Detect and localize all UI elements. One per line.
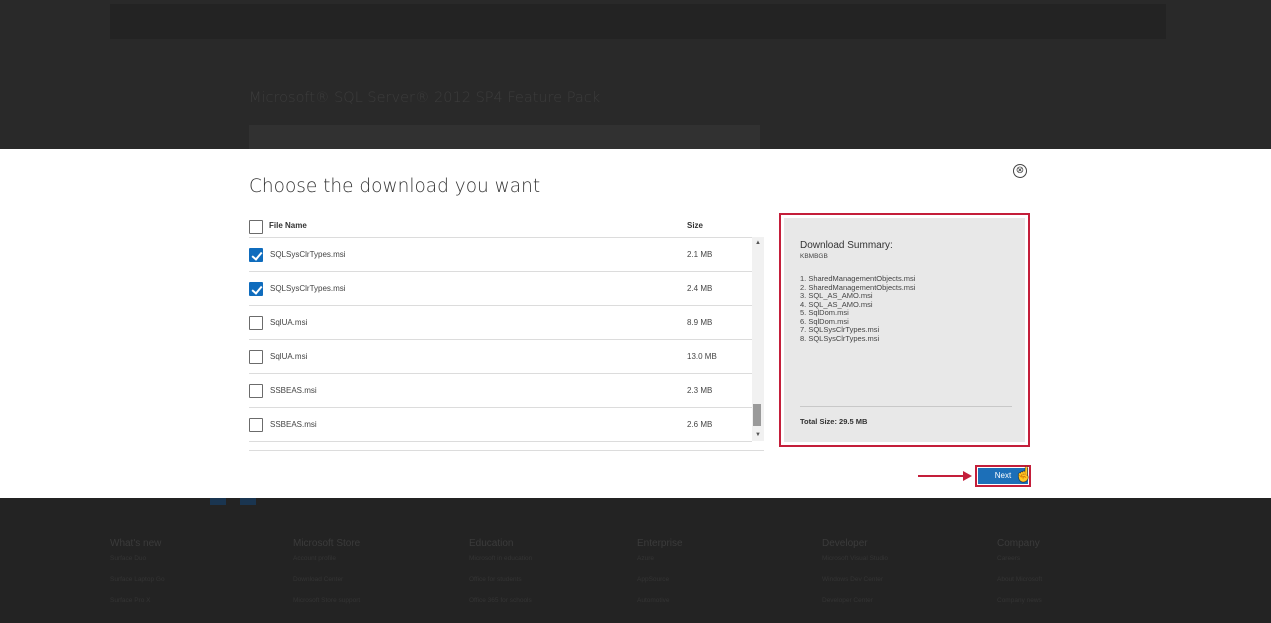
column-header-file-name: File Name (269, 221, 307, 230)
file-size: 2.6 MB (687, 420, 713, 429)
file-row[interactable]: SQLSysClrTypes.msi 2.1 MB (249, 238, 752, 272)
file-name: SqlUA.msi (270, 352, 308, 361)
footer-link[interactable]: Account profile (293, 554, 360, 575)
summary-total-size: Total Size: 29.5 MB (800, 417, 868, 426)
summary-divider (800, 406, 1012, 407)
summary-list: 1. SharedManagementObjects.msi 2. SharedM… (800, 274, 915, 343)
file-size: 2.3 MB (687, 386, 713, 395)
select-all-checkbox[interactable] (249, 220, 263, 234)
scroll-up-icon[interactable]: ▲ (752, 237, 764, 249)
footer-heading: Education (469, 538, 514, 549)
footer-link[interactable]: Azure (637, 554, 683, 575)
summary-item: 8. SQLSysClrTypes.msi (800, 333, 880, 343)
table-bottom-divider (249, 450, 764, 451)
file-list-scrollbar[interactable]: ▲ ▼ (752, 237, 764, 441)
file-row[interactable]: SSBEAS.msi 2.6 MB (249, 408, 752, 442)
annotation-arrow (918, 475, 966, 477)
column-header-size: Size (687, 221, 704, 230)
file-name: SQLSysClrTypes.msi (270, 284, 346, 293)
footer-link[interactable]: Microsoft Store support (293, 596, 360, 617)
file-checkbox[interactable] (249, 350, 263, 364)
footer-column: Education Microsoft in education Office fo… (469, 538, 532, 617)
hand-pointer-icon: ☝ (1015, 466, 1033, 482)
background-footer (0, 498, 1271, 623)
footer-column: Microsoft Store Account profile Download C… (293, 538, 360, 617)
footer-column: Enterprise Azure AppSource Automotive (637, 538, 683, 617)
file-list: SQLSysClrTypes.msi 2.1 MB SQLSysClrTypes.m… (249, 237, 752, 442)
background-bar (249, 125, 760, 149)
close-icon[interactable]: ⊗ (1013, 164, 1027, 178)
footer-link[interactable]: Automotive (637, 596, 683, 617)
download-summary-box: Download Summary: KBMBGB 1. SharedManage… (784, 218, 1025, 442)
file-size: 2.1 MB (687, 250, 713, 259)
file-size: 2.4 MB (687, 284, 713, 293)
file-checkbox[interactable] (249, 418, 263, 432)
footer-link[interactable]: Microsoft in education (469, 554, 532, 575)
file-name: SSBEAS.msi (270, 420, 317, 429)
footer-heading: What's new (110, 538, 162, 549)
file-name: SqlUA.msi (270, 318, 308, 327)
scroll-down-icon[interactable]: ▼ (752, 429, 764, 441)
footer-link[interactable]: About Microsoft (997, 575, 1042, 596)
file-row[interactable]: SqlUA.msi 8.9 MB (249, 306, 752, 340)
file-name: SQLSysClrTypes.msi (270, 250, 346, 259)
file-row[interactable]: SSBEAS.msi 2.3 MB (249, 374, 752, 408)
footer-link[interactable]: Developer Center (822, 596, 888, 617)
scroll-thumb[interactable] (753, 404, 761, 426)
summary-title: Download Summary: (800, 240, 893, 251)
footer-heading: Developer (822, 538, 868, 549)
footer-link[interactable]: Office 365 for schools (469, 596, 532, 617)
footer-link[interactable]: Surface Pro X (110, 596, 165, 617)
file-row[interactable]: SqlUA.msi 13.0 MB (249, 340, 752, 374)
footer-link[interactable]: Office for students (469, 575, 532, 596)
annotation-arrow-head (963, 471, 972, 481)
share-icon (240, 498, 256, 505)
file-checkbox[interactable] (249, 282, 263, 296)
footer-column: What's new Surface Duo Surface Laptop Go Su… (110, 538, 165, 617)
footer-link[interactable]: Download Center (293, 575, 360, 596)
file-checkbox[interactable] (249, 248, 263, 262)
share-icons (110, 498, 270, 506)
footer-link[interactable]: AppSource (637, 575, 683, 596)
background-page-title: Microsoft® SQL Server® 2012 SP4 Feature … (249, 90, 601, 106)
footer-link[interactable]: Company news (997, 596, 1042, 617)
file-size: 8.9 MB (687, 318, 713, 327)
background-header (110, 4, 1166, 39)
footer-link[interactable]: Surface Duo (110, 554, 165, 575)
file-row[interactable]: SQLSysClrTypes.msi 2.4 MB (249, 272, 752, 306)
modal-title: Choose the download you want (249, 176, 541, 197)
footer-column: Developer Microsoft Visual Studio Windows … (822, 538, 888, 617)
footer-heading: Enterprise (637, 538, 683, 549)
footer-heading: Company (997, 538, 1040, 549)
footer-link[interactable]: Windows Dev Center (822, 575, 888, 596)
footer-link[interactable]: Surface Laptop Go (110, 575, 165, 596)
share-icon (210, 498, 226, 505)
footer-link[interactable]: Careers (997, 554, 1042, 575)
file-checkbox[interactable] (249, 384, 263, 398)
download-summary-panel: Download Summary: KBMBGB 1. SharedManage… (779, 213, 1030, 447)
file-checkbox[interactable] (249, 316, 263, 330)
footer-link[interactable]: Microsoft Visual Studio (822, 554, 888, 575)
file-name: SSBEAS.msi (270, 386, 317, 395)
file-size: 13.0 MB (687, 352, 717, 361)
table-header: File Name Size (249, 218, 764, 238)
summary-subtitle: KBMBGB (800, 253, 828, 260)
footer-heading: Microsoft Store (293, 538, 361, 549)
footer-column: Company Careers About Microsoft Company new… (997, 538, 1042, 617)
